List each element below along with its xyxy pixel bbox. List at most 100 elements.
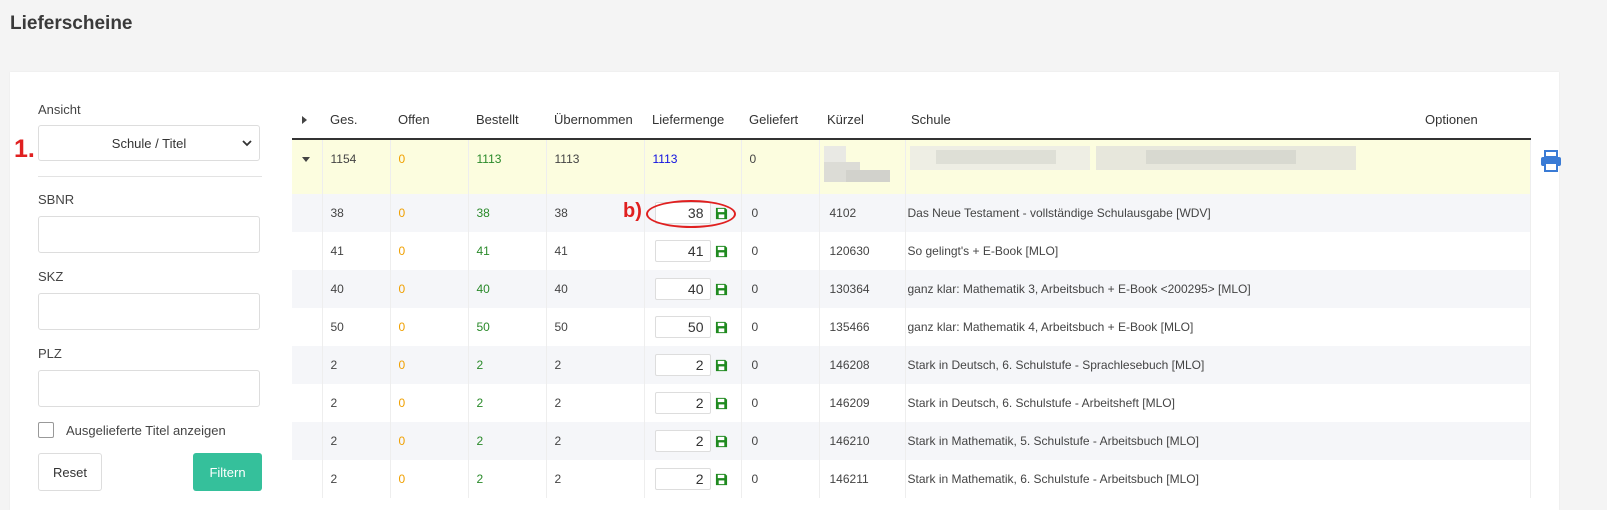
ansicht-select[interactable]: Schule / Titel [38, 125, 260, 161]
cell-uebernommen: 40 [554, 282, 568, 296]
sbnr-input[interactable] [38, 216, 260, 253]
cell-uebernommen: 50 [554, 320, 568, 334]
table-row: 2 0 2 2 2 0 146211 Stark in Mathematik, 6. Schu… [292, 460, 1530, 498]
table-row: 2 0 2 2 2 0 146210 Stark in Mathematik, 5. Schu… [292, 422, 1530, 460]
col-ges[interactable]: Ges. [322, 100, 390, 140]
annotation-marker-1: 1. [14, 135, 35, 163]
save-icon[interactable] [715, 283, 728, 296]
col-offen[interactable]: Offen [390, 100, 468, 140]
print-icon[interactable] [1539, 149, 1563, 173]
cell-kuerzel: 130364 [829, 282, 870, 296]
cell-kuerzel: 146209 [829, 396, 870, 410]
liefermenge-input[interactable]: 2 [654, 392, 711, 414]
cell-titel: Stark in Mathematik, 5. Schulstufe - Arb… [907, 434, 1199, 448]
cell-ges: 40 [330, 282, 344, 296]
reset-button[interactable]: Reset [38, 453, 102, 491]
cell-titel: Stark in Mathematik, 6. Schulstufe - Arb… [907, 472, 1199, 486]
cell-bestellt: 40 [476, 282, 490, 296]
skz-input[interactable] [38, 293, 260, 330]
table-row: 2 0 2 2 2 0 146208 Stark in Deutsch, 6. Schulst… [292, 346, 1530, 384]
page-title: Lieferscheine [10, 13, 133, 34]
cell-geliefert: 0 [751, 396, 759, 410]
expand-all-toggle[interactable] [292, 100, 322, 140]
cell-uebernommen: 2 [554, 358, 562, 372]
ansicht-select-value: Schule / Titel [111, 135, 187, 151]
cell-bestellt: 2 [476, 358, 484, 372]
group-offen: 0 [398, 152, 406, 166]
cell-ges: 2 [330, 472, 338, 486]
cell-ges: 2 [330, 358, 338, 372]
table-row: 41 0 41 41 41 0 120630 So gelingt's + E-Book [M… [292, 232, 1530, 270]
cell-ges: 2 [330, 396, 338, 410]
show-delivered-label: Ausgelieferte Titel anzeigen [66, 423, 226, 438]
sbnr-label: SBNR [38, 192, 75, 207]
col-bestellt[interactable]: Bestellt [468, 100, 546, 140]
cell-offen: 0 [398, 282, 406, 296]
liefermenge-input[interactable]: 38 [654, 202, 711, 224]
cell-geliefert: 0 [751, 472, 759, 486]
cell-geliefert: 0 [751, 358, 759, 372]
filter-button[interactable]: Filtern [193, 453, 262, 491]
annotation-marker-b: b) [623, 200, 642, 222]
save-icon[interactable] [715, 397, 728, 410]
cell-offen: 0 [398, 320, 406, 334]
chevron-down-icon [242, 140, 252, 147]
cell-kuerzel: 146208 [829, 358, 870, 372]
cell-geliefert: 0 [751, 244, 759, 258]
cell-bestellt: 2 [476, 434, 484, 448]
cell-titel: So gelingt's + E-Book [MLO] [907, 244, 1059, 258]
group-schule-redacted [904, 139, 1530, 194]
liefermenge-input[interactable]: 50 [654, 316, 711, 338]
plz-label: PLZ [38, 346, 62, 361]
cell-bestellt: 2 [476, 396, 484, 410]
cell-uebernommen: 38 [554, 206, 568, 220]
save-icon[interactable] [715, 435, 728, 448]
col-uebernommen[interactable]: Übernommen [546, 100, 644, 140]
group-toggle[interactable] [292, 139, 322, 194]
show-delivered-checkbox[interactable] [38, 422, 54, 438]
save-icon[interactable] [715, 245, 728, 258]
filter-divider [38, 176, 262, 177]
cell-bestellt: 38 [476, 206, 490, 220]
group-kuerzel-redacted [818, 139, 905, 194]
save-icon[interactable] [715, 473, 728, 486]
liefermenge-input[interactable]: 2 [654, 468, 711, 490]
cell-kuerzel: 120630 [829, 244, 870, 258]
delivery-table: Ges. Offen Bestellt Übernommen Liefermen… [292, 100, 1561, 498]
group-row[interactable]: 1154 0 1113 1113 1113 0 [292, 139, 1561, 194]
group-liefermenge: 1113 [652, 152, 678, 166]
caret-down-icon [302, 157, 310, 162]
cell-kuerzel: 146210 [829, 434, 870, 448]
cell-geliefert: 0 [751, 320, 759, 334]
col-geliefert[interactable]: Geliefert [741, 100, 819, 140]
save-icon[interactable] [715, 207, 728, 220]
table-header-row: Ges. Offen Bestellt Übernommen Liefermen… [292, 100, 1530, 140]
col-kuerzel[interactable]: Kürzel [819, 100, 905, 140]
cell-geliefert: 0 [751, 206, 759, 220]
save-icon[interactable] [715, 321, 728, 334]
group-uebernommen: 1113 [554, 152, 580, 166]
cell-ges: 50 [330, 320, 344, 334]
cell-offen: 0 [398, 472, 406, 486]
group-bestellt: 1113 [476, 152, 502, 166]
cell-geliefert: 0 [751, 434, 759, 448]
col-optionen: Optionen [1415, 100, 1530, 140]
cell-offen: 0 [398, 396, 406, 410]
cell-offen: 0 [398, 244, 406, 258]
save-icon[interactable] [715, 359, 728, 372]
liefermenge-input[interactable]: 2 [654, 354, 711, 376]
cell-offen: 0 [398, 434, 406, 448]
plz-input[interactable] [38, 370, 260, 407]
liefermenge-input[interactable]: 41 [654, 240, 711, 262]
liefermenge-input[interactable]: 40 [654, 278, 711, 300]
cell-titel: ganz klar: Mathematik 4, Arbeitsbuch + E… [907, 320, 1194, 334]
col-schule[interactable]: Schule [905, 100, 1415, 140]
col-liefermenge[interactable]: Liefermenge [644, 100, 741, 140]
liefermenge-input[interactable]: 2 [654, 430, 711, 452]
ansicht-label: Ansicht [38, 102, 81, 117]
cell-offen: 0 [398, 358, 406, 372]
table-row: 40 0 40 40 40 0 130364 ganz klar: Mathematik 3,… [292, 270, 1530, 308]
cell-kuerzel: 146211 [829, 472, 869, 486]
redacted-block [909, 146, 1356, 170]
cell-titel: Stark in Deutsch, 6. Schulstufe - Sprach… [907, 358, 1205, 372]
